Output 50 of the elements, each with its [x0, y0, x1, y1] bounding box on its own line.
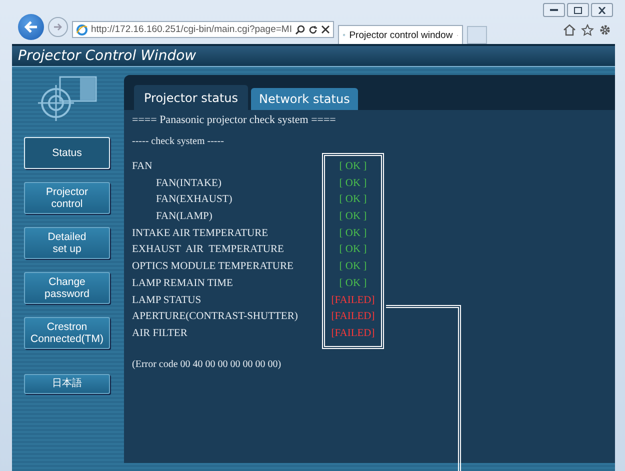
- sidebar-button[interactable]: Crestron Connected(TM): [24, 317, 110, 349]
- tab[interactable]: Projector status: [134, 85, 248, 110]
- tab[interactable]: Network status: [251, 88, 358, 110]
- status-text: [FAILED]: [331, 294, 375, 308]
- close-button[interactable]: [591, 3, 613, 17]
- status-text: [ OK ]: [339, 276, 367, 291]
- page-heading: ==== Panasonic projector check system ====: [132, 114, 337, 126]
- check-label: FAN(EXHAUST): [155, 193, 234, 208]
- sidebar-button[interactable]: Detailed set up: [24, 227, 110, 259]
- check-label: LAMP STATUS: [132, 294, 202, 308]
- check-label: FAN(INTAKE): [155, 176, 222, 191]
- search-icon[interactable]: [295, 24, 305, 34]
- check-label: OPTICS MODULE TEMPERATURE: [132, 260, 294, 274]
- maximize-icon: [574, 6, 582, 14]
- sidebar-button[interactable]: Projector control: [24, 182, 110, 214]
- status-text: [ OK ]: [339, 210, 367, 224]
- check-label: EXHAUST AIR TEMPERATURE: [132, 243, 285, 258]
- status-text: [ OK ]: [339, 243, 367, 258]
- check-label: AIR FILTER: [132, 326, 188, 341]
- sidebar-button[interactable]: Change password: [24, 272, 110, 304]
- settings-icon[interactable]: [599, 24, 611, 36]
- minimize-button[interactable]: [543, 3, 565, 17]
- status-text: [ OK ]: [339, 176, 367, 191]
- arrow-right-icon: [53, 23, 63, 31]
- arrow-left-icon: [24, 21, 38, 33]
- address-bar[interactable]: http://172.16.160.251/cgi-bin/main.cgi?page=MI: [72, 21, 334, 38]
- check-label: APERTURE(CONTRAST-SHUTTER): [132, 310, 299, 324]
- status-text: [ OK ]: [339, 160, 367, 174]
- projector-logo-icon: [36, 75, 98, 121]
- window-title: Projector Control Window: [12, 44, 615, 67]
- star-icon[interactable]: [581, 24, 594, 36]
- back-button[interactable]: [18, 14, 44, 40]
- refresh-icon[interactable]: [308, 24, 318, 34]
- section-heading: ----- check system -----: [132, 136, 225, 147]
- error-code: (Error code 00 40 00 00 00 00 00 00): [132, 358, 282, 370]
- minimize-icon: [550, 8, 558, 12]
- status-text: [FAILED]: [331, 326, 375, 341]
- sidebar-button[interactable]: 日本語: [24, 374, 110, 394]
- status-text: [ OK ]: [339, 226, 367, 241]
- maximize-button[interactable]: [567, 3, 589, 17]
- check-label: INTAKE AIR TEMPERATURE: [132, 226, 270, 241]
- check-label: FAN: [132, 160, 154, 174]
- browser-tab[interactable]: Projector control window: [338, 25, 463, 44]
- check-label: FAN(LAMP): [155, 210, 214, 224]
- home-icon[interactable]: [563, 24, 576, 36]
- sidebar-button[interactable]: Status: [24, 137, 110, 169]
- status-text: [FAILED]: [331, 310, 375, 324]
- status-text: [ OK ]: [339, 260, 367, 274]
- check-label: LAMP REMAIN TIME: [132, 276, 234, 291]
- status-text: [ OK ]: [339, 193, 367, 208]
